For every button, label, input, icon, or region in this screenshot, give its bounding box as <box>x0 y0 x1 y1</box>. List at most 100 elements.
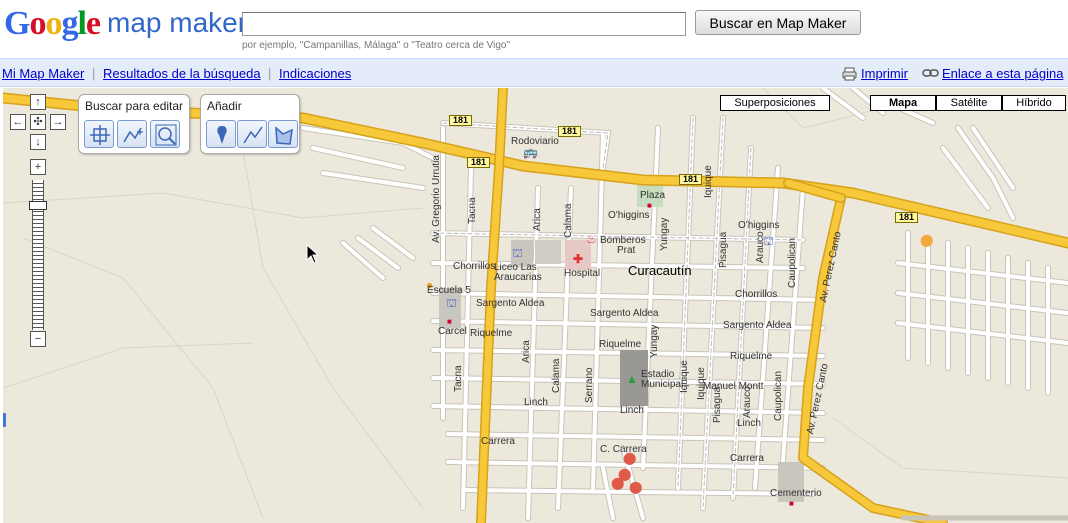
street-label: Pisagua <box>712 386 723 423</box>
map-canvas[interactable]: ↑ ← ✣ → ↓ + − Buscar para editar Añadir … <box>3 88 1068 523</box>
mouse-cursor-icon <box>306 244 318 264</box>
zoom-in-button[interactable]: + <box>30 159 46 175</box>
logo-letter: o <box>29 5 46 42</box>
street-label: Chorrillos <box>453 261 496 272</box>
polygon-icon <box>275 126 293 145</box>
add-title: Añadir <box>207 99 242 113</box>
route-shield: 181 <box>449 115 473 126</box>
street-label: Iquique <box>696 367 707 400</box>
nav-separator: | <box>268 66 272 81</box>
my-map-maker-link[interactable]: Mi Map Maker <box>2 66 84 81</box>
map-pin-icon[interactable]: ⬤ <box>611 477 624 489</box>
school-icon[interactable]: ⛫ <box>763 235 774 247</box>
nav-separator: | <box>92 66 96 81</box>
place-label: Escuela 5 <box>427 285 471 296</box>
place-label: Liceo Las Araucarias <box>494 262 542 283</box>
add-line-tool[interactable] <box>237 120 267 148</box>
street-label: Riquelme <box>730 351 773 362</box>
search-button[interactable]: Buscar en Map Maker <box>695 10 861 35</box>
street-label: Calama <box>563 203 574 238</box>
street-label: Tacna <box>467 197 478 224</box>
pan-up-button[interactable]: ↑ <box>30 94 46 110</box>
route-shield: 181 <box>895 212 919 223</box>
street-label: Linch <box>737 418 761 429</box>
map-pin-icon[interactable]: ⬤ <box>920 234 933 246</box>
print-link[interactable]: Imprimir <box>861 66 908 81</box>
street-label: Prat <box>617 245 636 256</box>
school-icon[interactable]: ⛫ <box>446 297 457 309</box>
street-label: Av. Gregorio Urrutia <box>431 155 442 243</box>
directions-link[interactable]: Indicaciones <box>279 66 351 81</box>
magnify-tool[interactable] <box>150 120 180 148</box>
sidebar-toggle-tab[interactable] <box>3 413 6 427</box>
logo-letter: l <box>77 5 87 42</box>
polyline-icon <box>243 126 263 144</box>
street-label: Arauco <box>742 386 753 418</box>
hospital-icon[interactable]: ✚ <box>573 253 583 265</box>
place-label: Cementerio <box>770 488 822 499</box>
pan-right-button[interactable]: → <box>50 114 66 130</box>
street-label: O'higgins <box>738 220 780 231</box>
select-feature-tool[interactable] <box>84 120 114 148</box>
search-results-link[interactable]: Resultados de la búsqueda <box>103 66 261 81</box>
add-polygon-tool[interactable] <box>268 120 298 148</box>
link-to-page-link[interactable]: Enlace a esta página <box>942 66 1063 81</box>
street-label: Yungay <box>649 324 660 358</box>
logo-letter: G <box>4 5 30 42</box>
printer-icon[interactable] <box>842 67 857 84</box>
pan-left-button[interactable]: ← <box>10 114 26 130</box>
magnifier-icon <box>155 124 177 146</box>
place-label: Plaza <box>640 190 666 201</box>
map-pin-icon[interactable]: ⬤ <box>623 452 636 464</box>
map-type-satellite-button[interactable]: Satélite <box>936 95 1002 111</box>
overlays-button[interactable]: Superposiciones <box>720 95 830 111</box>
chain-link-icon[interactable] <box>922 67 939 82</box>
zoom-slider-thumb[interactable] <box>29 201 47 210</box>
street-label: Iquique <box>703 165 714 198</box>
select-line-tool[interactable] <box>117 120 147 148</box>
street-label: Riquelme <box>470 328 513 339</box>
map-pin-icon[interactable]: ⬤ <box>629 481 642 493</box>
street-label: Carrera <box>730 453 764 464</box>
line-crosshair-icon <box>123 127 143 143</box>
pan-center-button[interactable]: ✣ <box>30 114 46 130</box>
street-label: Calama <box>551 358 562 393</box>
town-label: Curacautín <box>628 263 692 278</box>
crosshair-icon <box>90 125 110 145</box>
route-shield: 181 <box>679 174 703 185</box>
street-label: Linch <box>524 397 548 408</box>
cemetery-marker-icon[interactable]: ■ <box>789 498 794 510</box>
bus-station-icon[interactable]: 🚌 <box>523 146 538 158</box>
school-icon[interactable]: ⛫ <box>512 247 523 259</box>
street-label: Arica <box>532 208 543 231</box>
street-label: Carrera <box>481 436 515 447</box>
search-input[interactable] <box>242 12 686 36</box>
route-shield: 181 <box>558 126 582 137</box>
street-label: Yungay <box>659 217 670 251</box>
place-label: Estadio Municipal <box>641 369 684 390</box>
street-label: O'higgins <box>608 210 650 221</box>
place-label: Rodoviario <box>511 136 559 147</box>
pan-down-button[interactable]: ↓ <box>30 134 46 150</box>
search-hint: por ejemplo, "Campanillas, Málaga" o "Te… <box>242 40 511 51</box>
search-to-edit-panel: Buscar para editar <box>78 94 190 154</box>
map-maker-wordmark: map maker <box>107 7 248 38</box>
add-point-tool[interactable] <box>206 120 236 148</box>
street-label: Sargento Aldea <box>723 320 792 331</box>
place-label: Carcel <box>438 326 467 337</box>
stadium-icon[interactable]: ▲ <box>626 373 638 385</box>
street-label: Tacna <box>453 365 464 392</box>
map-type-map-button[interactable]: Mapa <box>870 95 936 111</box>
street-label: Sargento Aldea <box>476 298 545 309</box>
plaza-marker-icon[interactable]: ■ <box>647 200 652 212</box>
zoom-out-button[interactable]: − <box>30 331 46 347</box>
street-label: Caupolican <box>787 237 798 288</box>
fire-station-icon[interactable]: ♨ <box>586 233 597 245</box>
search-to-edit-title: Buscar para editar <box>85 99 184 113</box>
add-panel: Añadir <box>200 94 300 154</box>
street-label: Riquelme <box>599 339 642 350</box>
logo-letter: e <box>85 5 101 42</box>
header: Google map maker Buscar en Map Maker por… <box>0 0 1068 57</box>
google-logo[interactable]: Google <box>4 5 101 42</box>
map-type-hybrid-button[interactable]: Híbrido <box>1002 95 1066 111</box>
